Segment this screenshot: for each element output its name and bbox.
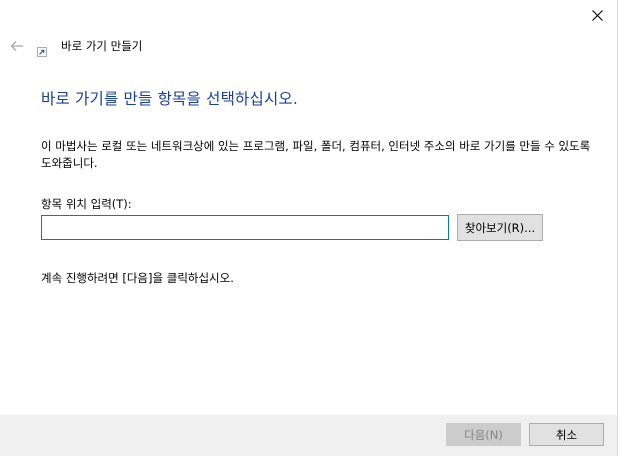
next-button[interactable]: 다음(N) (446, 423, 521, 446)
location-input[interactable] (41, 215, 449, 240)
wizard-description: 이 마법사는 로컬 또는 네트워크상에 있는 프로그램, 파일, 폴더, 컴퓨터… (41, 139, 591, 170)
continue-instruction: 계속 진행하려면 [다음]을 클릭하십시오. (41, 271, 234, 285)
close-icon (591, 9, 603, 21)
wizard-title: 바로 가기 만들기 (61, 39, 143, 53)
back-button[interactable] (9, 38, 25, 54)
back-arrow-icon (10, 41, 23, 51)
close-button[interactable] (585, 4, 609, 26)
cancel-button[interactable]: 취소 (529, 423, 604, 446)
location-field-label: 항목 위치 입력(T): (41, 197, 132, 211)
create-shortcut-window: 바로 가기 만들기 바로 가기를 만들 항목을 선택하십시오. 이 마법사는 로… (0, 0, 618, 456)
shortcut-icon (37, 42, 47, 57)
browse-button[interactable]: 찾아보기(R)... (457, 214, 543, 241)
page-heading: 바로 가기를 만들 항목을 선택하십시오. (41, 90, 298, 108)
wizard-footer: 다음(N) 취소 (0, 415, 617, 456)
